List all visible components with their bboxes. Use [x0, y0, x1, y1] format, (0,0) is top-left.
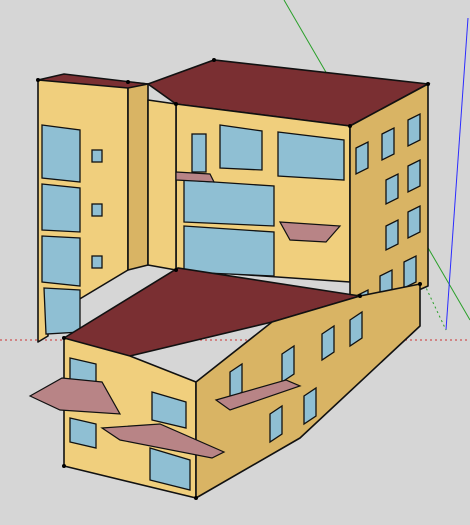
vertex [174, 102, 178, 106]
front-window-2 [277, 131, 345, 181]
tower-small-window-1 [91, 149, 103, 163]
balcony-slab-upper [175, 171, 215, 183]
tower-window-3 [41, 235, 81, 287]
tower-window-4 [43, 287, 81, 335]
tower-window-1 [41, 124, 81, 183]
front-window-4 [183, 225, 275, 277]
vertex [126, 80, 130, 84]
link-wall [147, 99, 177, 271]
side-window-4 [385, 172, 399, 206]
vertex [62, 464, 66, 468]
building-model-canvas[interactable] [0, 0, 470, 525]
front-window-1 [219, 124, 263, 171]
podium-window-2 [69, 417, 97, 449]
vertex [194, 496, 198, 500]
tower-small-window-2 [91, 203, 103, 217]
podium-block[interactable] [28, 267, 421, 499]
blue-axis [445, 17, 469, 331]
side-window-2 [381, 126, 395, 162]
3d-viewport[interactable] [0, 0, 470, 525]
side-window-9 [403, 254, 417, 290]
vertex [174, 268, 178, 272]
side-window-1 [355, 140, 369, 176]
vertex [358, 294, 362, 298]
vertex [418, 282, 422, 286]
tower-small-window-3 [91, 255, 103, 269]
vertex [62, 336, 66, 340]
vertex [212, 58, 216, 62]
front-window-3 [183, 179, 275, 227]
tower-side-wall [127, 81, 149, 271]
vertex [36, 78, 40, 82]
vertex [426, 82, 430, 86]
tower-window-2 [41, 183, 81, 233]
side-window-6 [385, 218, 399, 252]
side-window-3 [407, 112, 421, 148]
side-window-7 [407, 204, 421, 240]
side-window-5 [407, 158, 421, 194]
vertex [348, 124, 352, 128]
front-window-5 [191, 133, 207, 173]
